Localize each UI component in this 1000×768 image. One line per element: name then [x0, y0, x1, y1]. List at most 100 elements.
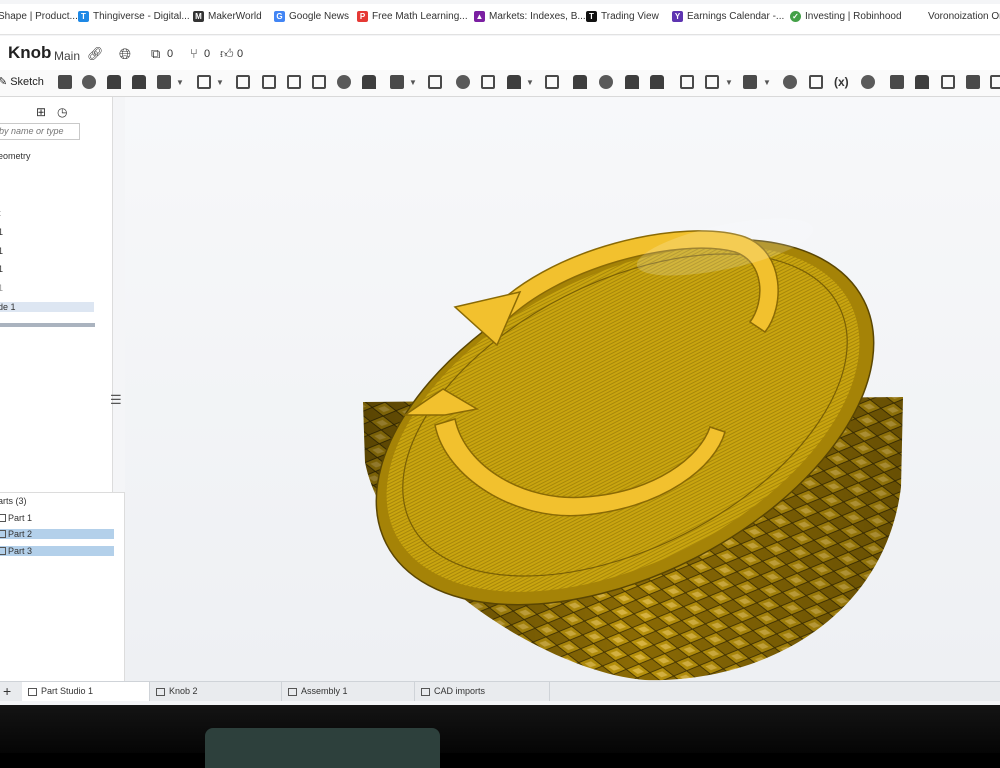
- parts-header[interactable]: arts (3): [0, 496, 27, 506]
- math-icon: P: [357, 11, 368, 22]
- loft-icon[interactable]: [132, 75, 146, 89]
- bookmark-1[interactable]: T Thingiverse - Digital...: [78, 11, 190, 22]
- bookmark-label: Shape | Product...: [0, 11, 78, 22]
- thicken-icon[interactable]: [157, 75, 171, 89]
- part-item-3[interactable]: Part 3: [0, 546, 114, 556]
- transform-icon[interactable]: [507, 75, 521, 89]
- tab-label: Part Studio 1: [41, 686, 94, 696]
- tab-label: Knob 2: [169, 686, 198, 696]
- extrude-icon[interactable]: [58, 75, 72, 89]
- plane-icon[interactable]: [680, 75, 694, 89]
- likes-count: 0: [237, 48, 244, 60]
- knob-model[interactable]: [125, 97, 1000, 681]
- view-cube-icon[interactable]: [966, 75, 980, 89]
- feature-item[interactable]: 1: [0, 227, 3, 237]
- cylinder-icon[interactable]: [362, 75, 376, 89]
- more-tools-icon[interactable]: [990, 75, 1000, 89]
- replace-face-icon[interactable]: [625, 75, 639, 89]
- like-icon[interactable]: 👍︎: [220, 46, 234, 62]
- feature-item[interactable]: 1: [0, 283, 3, 293]
- bookmark-5[interactable]: ▲ Markets: Indexes, B...: [474, 11, 586, 22]
- copies-icon[interactable]: ⧉: [151, 46, 160, 62]
- boolean-icon[interactable]: [456, 75, 470, 89]
- feature-item[interactable]: t: [0, 208, 1, 218]
- shell-icon[interactable]: [287, 75, 301, 89]
- bookmark-7[interactable]: Y Earnings Calendar -...: [672, 11, 784, 22]
- mirror-icon[interactable]: [428, 75, 442, 89]
- add-folder-icon[interactable]: ⊞: [36, 105, 46, 119]
- bookmark-2[interactable]: M MakerWorld: [193, 11, 262, 22]
- part-icon: [0, 547, 6, 555]
- section-icon[interactable]: [809, 75, 823, 89]
- chevron-down-icon[interactable]: ▼: [526, 78, 534, 87]
- bookmark-label: Trading View: [601, 11, 659, 22]
- chamfer-icon[interactable]: [236, 75, 250, 89]
- link-icon[interactable]: 🔗︎: [87, 46, 104, 62]
- tab-cad-imports[interactable]: CAD imports: [415, 682, 550, 701]
- bookmark-8[interactable]: ✓ Investing | Robinhood: [790, 11, 902, 22]
- document-title[interactable]: Knob: [8, 43, 51, 63]
- feature-filter-input[interactable]: [0, 123, 80, 140]
- bookmark-label: Voronoization On: [928, 11, 1000, 22]
- list-toggle-icon[interactable]: ☰: [110, 392, 122, 408]
- bookmark-3[interactable]: G Google News: [274, 11, 349, 22]
- branch-name[interactable]: Main: [54, 49, 80, 63]
- add-tab-icon[interactable]: +: [3, 682, 11, 701]
- hole-icon[interactable]: [337, 75, 351, 89]
- feature-item-default-geometry[interactable]: eometry: [0, 151, 31, 161]
- draft-icon[interactable]: [262, 75, 276, 89]
- globe-icon[interactable]: 🌐︎: [119, 46, 131, 63]
- part-icon: [0, 514, 6, 522]
- tab-part-studio-1[interactable]: Part Studio 1: [22, 682, 150, 701]
- chevron-down-icon[interactable]: ▼: [725, 78, 733, 87]
- part-item-1[interactable]: Part 1: [0, 513, 32, 523]
- bookmark-0[interactable]: Shape | Product...: [0, 11, 78, 22]
- chevron-down-icon[interactable]: ▼: [216, 78, 224, 87]
- revolve-icon[interactable]: [82, 75, 96, 89]
- insert-part-icon[interactable]: [915, 75, 929, 89]
- helix-icon[interactable]: [743, 75, 757, 89]
- pattern-icon[interactable]: [390, 75, 404, 89]
- tab-assembly-1[interactable]: Assembly 1: [282, 682, 415, 701]
- rollback-clock-icon[interactable]: ◷: [57, 105, 67, 119]
- render-icon[interactable]: [941, 75, 955, 89]
- bookmark-9[interactable]: Voronoization On: [928, 11, 1000, 22]
- configurations-icon[interactable]: [861, 75, 875, 89]
- feature-item[interactable]: 1: [0, 264, 3, 274]
- sketch-button[interactable]: ✎ Sketch: [0, 75, 44, 89]
- makerworld-icon: M: [193, 11, 204, 22]
- feature-item-selected[interactable]: de 1: [0, 302, 94, 312]
- bookmark-6[interactable]: T Trading View: [586, 11, 659, 22]
- chevron-down-icon[interactable]: ▼: [763, 78, 771, 87]
- markets-icon: ▲: [474, 11, 485, 22]
- part-item-2[interactable]: Part 2: [0, 529, 114, 539]
- branch-icon[interactable]: ⑂: [190, 46, 198, 61]
- sketch-label: Sketch: [10, 75, 44, 88]
- branches-count: 0: [204, 48, 211, 60]
- google-news-icon: G: [274, 11, 285, 22]
- rib-icon[interactable]: [312, 75, 326, 89]
- chevron-down-icon[interactable]: ▼: [409, 78, 417, 87]
- offset-surface-icon[interactable]: [650, 75, 664, 89]
- rollback-bar[interactable]: [0, 323, 95, 327]
- modify-fillet-icon[interactable]: [573, 75, 587, 89]
- part-icon: [0, 530, 6, 538]
- feature-item[interactable]: 1: [0, 246, 3, 256]
- bookmark-label: Investing | Robinhood: [805, 11, 902, 22]
- chevron-down-icon[interactable]: ▼: [176, 78, 184, 87]
- part-label: Part 2: [8, 529, 33, 539]
- custom-feature-icon[interactable]: [890, 75, 904, 89]
- split-icon[interactable]: [481, 75, 495, 89]
- feature-list-panel: ⊞ ◷ eometry t 1 1 1 1 de 1: [0, 97, 113, 492]
- variables-icon[interactable]: (x): [834, 75, 849, 89]
- delete-part-icon[interactable]: [545, 75, 559, 89]
- bookmark-4[interactable]: P Free Math Learning...: [357, 11, 468, 22]
- graphics-viewport[interactable]: [125, 97, 1000, 681]
- measure-icon[interactable]: [783, 75, 797, 89]
- sweep-icon[interactable]: [107, 75, 121, 89]
- move-face-icon[interactable]: [599, 75, 613, 89]
- fillet-icon[interactable]: [197, 75, 211, 89]
- mate-connector-icon[interactable]: [705, 75, 719, 89]
- tab-knob-2[interactable]: Knob 2: [150, 682, 282, 701]
- foreground-object: [205, 728, 440, 768]
